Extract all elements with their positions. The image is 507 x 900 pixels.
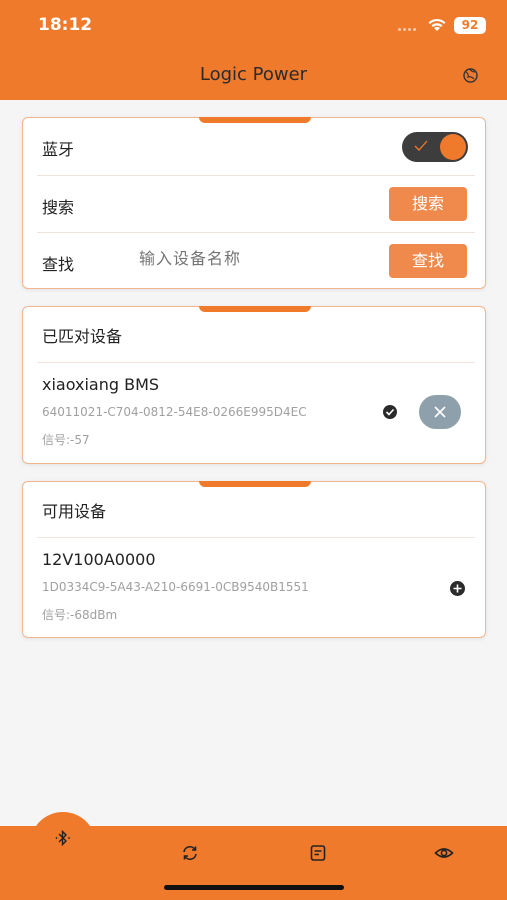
- check-icon: [414, 140, 428, 151]
- search-label: 搜索: [42, 198, 75, 217]
- refresh-icon[interactable]: [180, 843, 200, 863]
- bluetooth-row: 蓝牙: [23, 118, 485, 175]
- device-signal: 信号:-68dBm: [42, 608, 118, 622]
- globe-icon[interactable]: [462, 67, 479, 84]
- bluetooth-label: 蓝牙: [42, 140, 75, 159]
- toggle-knob: [440, 134, 466, 160]
- home-indicator: [164, 885, 344, 890]
- document-icon[interactable]: [308, 843, 328, 863]
- find-label: 查找: [42, 255, 75, 274]
- close-icon: [434, 406, 446, 418]
- device-name-input[interactable]: [139, 249, 379, 268]
- app-header: 18:12 92 Logic Power: [0, 0, 507, 100]
- check-circle-icon: [383, 405, 397, 419]
- device-id: 1D0334C9-5A43-A210-6691-0CB9540B1551: [42, 580, 309, 594]
- available-devices-title: 可用设备: [42, 502, 107, 521]
- eye-icon[interactable]: [434, 843, 454, 863]
- paired-device-item[interactable]: xiaoxiang BMS 64011021-C704-0812-54E8-02…: [23, 363, 485, 463]
- available-devices-card: 可用设备 12V100A0000 1D0334C9-5A43-A210-6691…: [22, 481, 486, 638]
- card-tab-accent: [199, 306, 311, 312]
- controls-card: 蓝牙 搜索 搜索 查找 查找: [22, 117, 486, 289]
- app-title: Logic Power: [199, 64, 308, 85]
- paired-devices-title: 已匹对设备: [42, 327, 123, 346]
- bluetooth-toggle[interactable]: [402, 132, 468, 162]
- search-row: 搜索 搜索: [23, 175, 485, 232]
- device-name: 12V100A0000: [42, 550, 156, 569]
- battery-indicator: 92: [454, 17, 486, 34]
- device-id: 64011021-C704-0812-54E8-0266E995D4EC: [42, 405, 307, 419]
- card-tab-accent: [199, 481, 311, 487]
- add-device-icon[interactable]: [449, 580, 466, 597]
- search-button[interactable]: 搜索: [389, 187, 467, 221]
- available-device-item[interactable]: 12V100A0000 1D0334C9-5A43-A210-6691-0CB9…: [23, 538, 485, 638]
- paired-devices-card: 已匹对设备 xiaoxiang BMS 64011021-C704-0812-5…: [22, 306, 486, 464]
- status-time: 18:12: [38, 15, 93, 35]
- signal-icon: [398, 28, 420, 32]
- remove-device-button[interactable]: [419, 395, 461, 429]
- bluetooth-icon[interactable]: [53, 828, 73, 848]
- find-row: 查找 查找: [23, 232, 485, 290]
- wifi-icon: [428, 18, 446, 31]
- find-button[interactable]: 查找: [389, 244, 467, 278]
- device-name: xiaoxiang BMS: [42, 375, 160, 394]
- device-signal: 信号:-57: [42, 433, 90, 447]
